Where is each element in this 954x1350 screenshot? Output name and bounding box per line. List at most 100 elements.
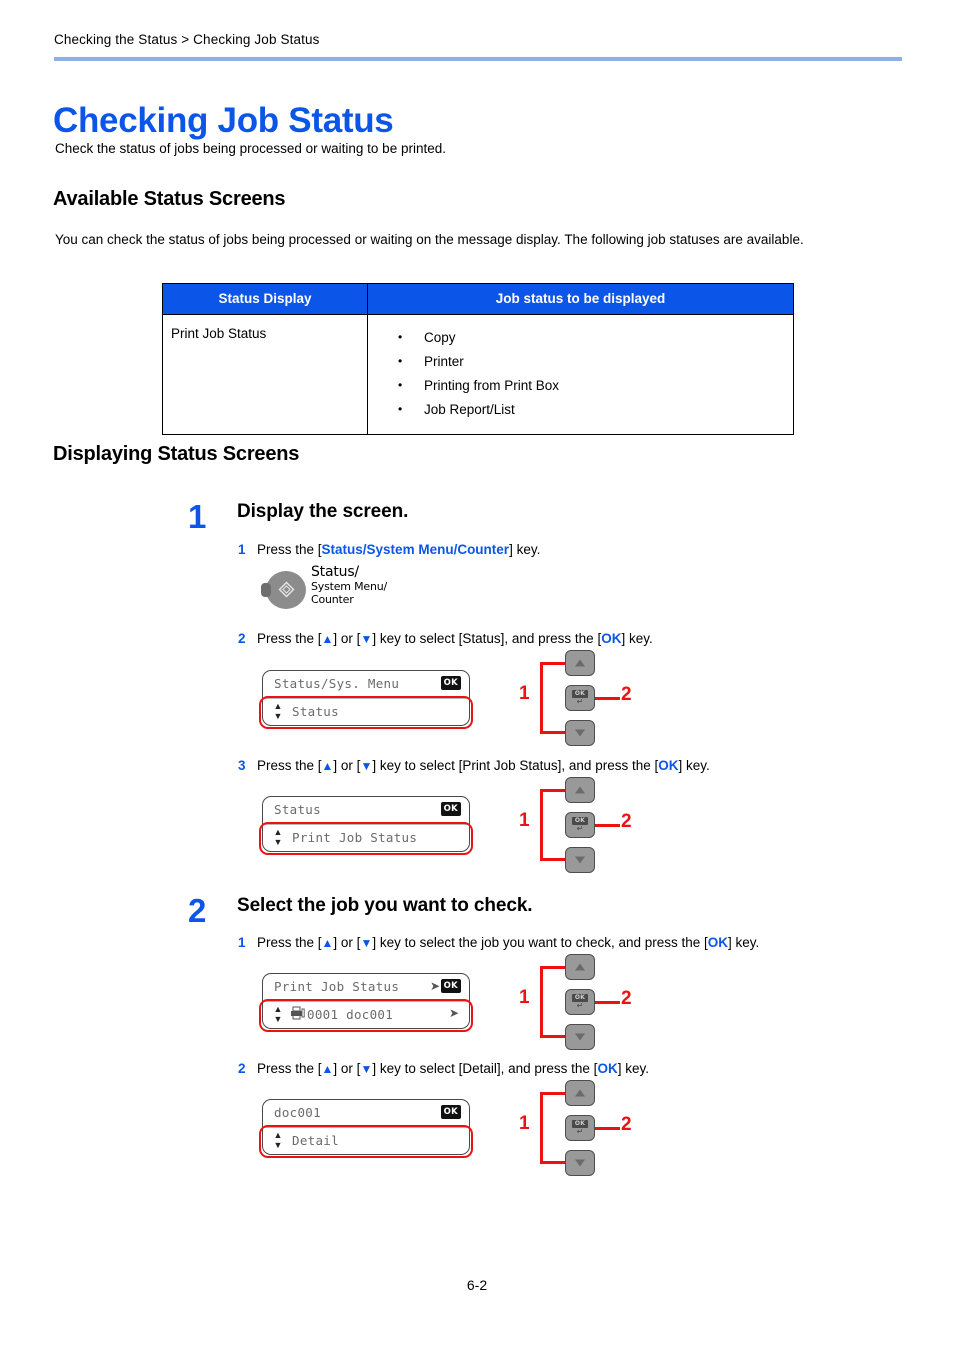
lcd-title: Print Job Status bbox=[274, 979, 400, 994]
list-item: Printer bbox=[368, 349, 793, 374]
substep-text-post: ] key. bbox=[509, 542, 541, 557]
key-name-status-system-menu-counter: Status/System Menu/Counter bbox=[321, 542, 510, 557]
substep-number: 3 bbox=[238, 758, 246, 773]
job-status-bullet-list: Copy Printer Printing from Print Box Job… bbox=[368, 315, 793, 434]
table-header-job-status: Job status to be displayed bbox=[367, 283, 794, 315]
table-cell-label: Print Job Status bbox=[171, 326, 267, 341]
substep-text: ] or [ bbox=[333, 758, 361, 773]
page-number: 6-2 bbox=[466, 1277, 488, 1293]
lcd-ok-badge: OK bbox=[440, 676, 461, 690]
up-arrow-key[interactable] bbox=[565, 650, 595, 676]
substep-text: ] key to select [Print Job Status], and … bbox=[372, 758, 659, 773]
enter-arrow-icon: ↵ bbox=[576, 1001, 584, 1010]
ok-key-glyph: OK ↵ bbox=[572, 1120, 588, 1136]
bracket-top bbox=[540, 966, 568, 969]
up-arrow-key[interactable] bbox=[565, 777, 595, 803]
table-header-row: Status Display Job status to be displaye… bbox=[162, 283, 794, 315]
down-arrow-key[interactable] bbox=[565, 1024, 595, 1050]
substep-number: 1 bbox=[238, 935, 246, 950]
down-arrow-icon: ▼ bbox=[360, 632, 373, 646]
substep-text: Press the [ bbox=[257, 935, 322, 950]
ok-key-name: OK bbox=[601, 631, 622, 646]
key-tab bbox=[261, 583, 271, 597]
lcd-screen-status: Status OK ▲ ▼ Print Job Status bbox=[259, 796, 473, 855]
list-item: Copy bbox=[368, 325, 793, 350]
substep-text: ] key. bbox=[728, 935, 760, 950]
up-triangle-icon bbox=[575, 659, 585, 667]
up-arrow-key[interactable] bbox=[565, 954, 595, 980]
bracket-top bbox=[540, 789, 568, 792]
ok-key-glyph: OK ↵ bbox=[572, 817, 588, 833]
heading-available-status-screens: Available Status Screens bbox=[53, 188, 286, 210]
bracket-bottom bbox=[540, 731, 568, 734]
enter-arrow-icon: ↵ bbox=[576, 1127, 584, 1136]
down-triangle-icon bbox=[575, 1033, 585, 1041]
manual-page: Checking the Status > Checking Job Statu… bbox=[0, 0, 954, 1350]
bracket-ok-line bbox=[594, 1127, 620, 1130]
substep-text: ] key. bbox=[678, 758, 710, 773]
substep-1-3: 3 Press the [▲] or [▼] key to select [Pri… bbox=[238, 758, 710, 773]
lcd-title: Status/Sys. Menu bbox=[274, 676, 400, 691]
bracket-vertical bbox=[540, 966, 543, 1038]
key-cluster-3: 1 2 OK ↵ bbox=[518, 952, 638, 1052]
up-arrow-icon: ▲ bbox=[321, 936, 334, 950]
lcd-screen-doc001: doc001 OK ▲ ▼ Detail bbox=[259, 1099, 473, 1158]
ok-key[interactable]: OK ↵ bbox=[565, 812, 595, 838]
down-arrow-key[interactable] bbox=[565, 1150, 595, 1176]
list-item: Job Report/List bbox=[368, 397, 793, 422]
step-1-number: 1 bbox=[188, 498, 207, 535]
down-arrow-key[interactable] bbox=[565, 720, 595, 746]
available-paragraph: You can check the status of jobs being p… bbox=[55, 232, 804, 247]
substep-text: Press the [ bbox=[257, 758, 322, 773]
bracket-top bbox=[540, 1092, 568, 1095]
callout-label-1: 1 bbox=[519, 1113, 530, 1134]
updown-arrows-icon: ▲ ▼ bbox=[273, 701, 283, 721]
lcd-selected-item: Detail bbox=[292, 1133, 339, 1148]
ok-key[interactable]: OK ↵ bbox=[565, 1115, 595, 1141]
key-cluster-4: 1 2 OK ↵ bbox=[518, 1078, 638, 1178]
bracket-ok-line bbox=[594, 697, 620, 700]
lcd-title: Status bbox=[274, 802, 321, 817]
step-1-title: Display the screen. bbox=[237, 501, 409, 522]
ok-key[interactable]: OK ↵ bbox=[565, 685, 595, 711]
down-arrow-icon: ▼ bbox=[360, 1062, 373, 1076]
down-arrow-key[interactable] bbox=[565, 847, 595, 873]
substep-number: 2 bbox=[238, 631, 246, 646]
page-title: Checking Job Status bbox=[53, 101, 394, 141]
substep-number: 1 bbox=[238, 542, 246, 557]
updown-arrows-icon: ▲ ▼ bbox=[273, 1004, 283, 1024]
printer-icon bbox=[291, 1006, 305, 1020]
heading-displaying-status-screens: Displaying Status Screens bbox=[53, 443, 300, 465]
callout-label-2: 2 bbox=[621, 988, 632, 1009]
up-triangle-icon bbox=[575, 1089, 585, 1097]
down-arrow-icon: ▼ bbox=[360, 936, 373, 950]
bracket-ok-line bbox=[594, 1001, 620, 1004]
key-label-line-2: System Menu/ bbox=[311, 579, 388, 593]
bracket-bottom bbox=[540, 1035, 568, 1038]
up-arrow-key[interactable] bbox=[565, 1080, 595, 1106]
table-cell-status-display: Print Job Status bbox=[162, 314, 368, 435]
bracket-vertical bbox=[540, 789, 543, 861]
substep-text: ] key to select [Detail], and press the … bbox=[372, 1061, 598, 1076]
key-label-line-1: Status/ bbox=[311, 564, 359, 580]
status-display-table: Status Display Job status to be displaye… bbox=[162, 283, 794, 435]
substep-2-2: 2 Press the [▲] or [▼] key to select [Det… bbox=[238, 1061, 649, 1076]
ok-key-name: OK bbox=[658, 758, 679, 773]
bracket-bottom bbox=[540, 1161, 568, 1164]
list-item: Printing from Print Box bbox=[368, 373, 793, 398]
lcd-ok-badge: OK bbox=[440, 979, 461, 993]
bracket-top bbox=[540, 662, 568, 665]
callout-label-1: 1 bbox=[519, 987, 530, 1008]
up-arrow-icon: ▲ bbox=[321, 759, 334, 773]
down-arrow-icon: ▼ bbox=[360, 759, 373, 773]
down-triangle-icon bbox=[575, 729, 585, 737]
down-triangle-icon bbox=[575, 1159, 585, 1167]
substep-1-2: 2 Press the [▲] or [▼] key to select [Sta… bbox=[238, 631, 653, 646]
double-right-arrow-icon: ➤ bbox=[448, 1006, 459, 1020]
key-label-line-3: Counter bbox=[311, 593, 354, 606]
lcd-ok-badge: OK bbox=[440, 802, 461, 816]
up-arrow-icon: ▲ bbox=[321, 632, 334, 646]
lcd-title: doc001 bbox=[274, 1105, 321, 1120]
lcd-selected-item: 0001 doc001 bbox=[307, 1007, 394, 1022]
ok-key[interactable]: OK ↵ bbox=[565, 989, 595, 1015]
